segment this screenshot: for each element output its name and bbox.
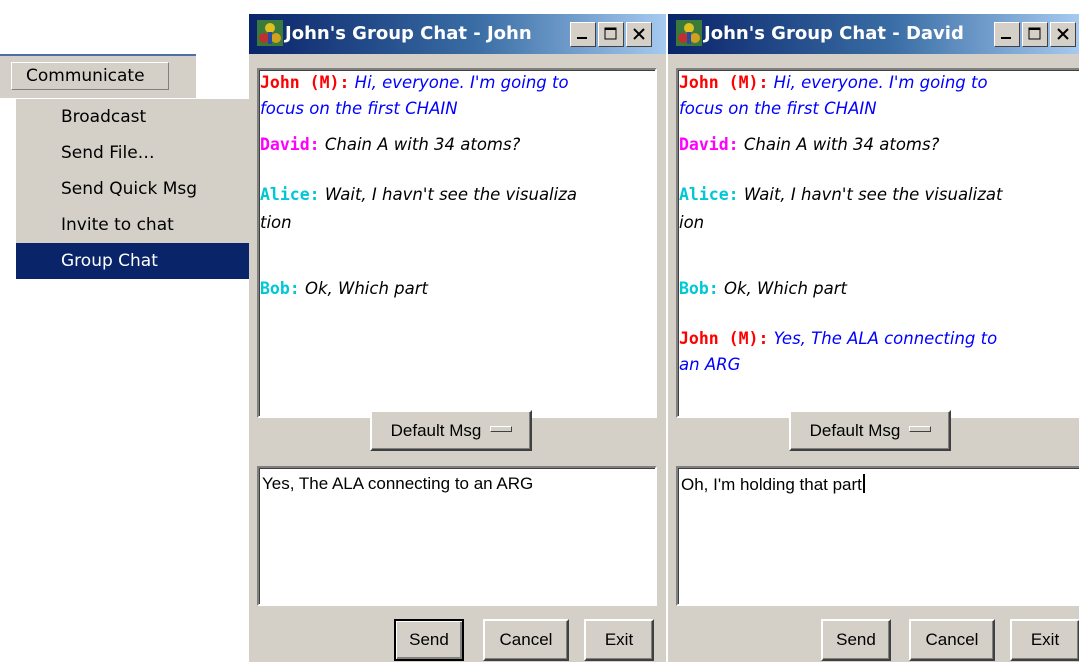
minimize-icon [1001, 37, 1011, 39]
chat-message-continuation: ion [679, 210, 704, 236]
exit-button[interactable]: Exit [1010, 619, 1079, 661]
message-text: focus on the first CHAIN [679, 99, 877, 118]
chat-log[interactable]: John (M): Hi, everyone. I'm going to foc… [257, 68, 657, 418]
chat-message-continuation: focus on the first CHAIN [679, 96, 877, 122]
send-button[interactable]: Send [394, 619, 464, 661]
maximize-button[interactable] [598, 22, 624, 47]
menu-item-broadcast[interactable]: Broadcast [16, 99, 252, 135]
sender-name: John (M): [679, 329, 769, 348]
message-text: Ok, Which part [305, 279, 429, 298]
title-bar[interactable]: John's Group Chat - David [668, 14, 1079, 54]
message-text: ion [679, 213, 705, 232]
message-text: Hi, everyone. I'm going to [354, 73, 569, 92]
sender-name: David: [679, 135, 739, 154]
menu-communicate[interactable]: Communicate [11, 62, 169, 90]
message-text: Yes, The ALA connecting to [773, 329, 998, 348]
sender-name: Bob: [679, 279, 719, 298]
sender-name: David: [260, 135, 320, 154]
maximize-button[interactable] [1022, 22, 1048, 47]
message-text: Chain A with 34 atoms? [324, 135, 521, 154]
chat-message: Bob: Ok, Which part [260, 276, 428, 302]
default-msg-dropdown[interactable]: Default Msg [370, 410, 532, 451]
message-input[interactable]: Oh, I'm holding that part [676, 466, 1079, 606]
message-text: Ok, Which part [724, 279, 848, 298]
default-msg-dropdown[interactable]: Default Msg [789, 410, 951, 451]
minimize-button[interactable] [570, 22, 596, 47]
chat-message: John (M): Hi, everyone. I'm going to [679, 70, 988, 96]
menu-item-send-quick-msg[interactable]: Send Quick Msg [16, 171, 252, 207]
close-icon [1057, 28, 1069, 40]
minimize-icon [577, 37, 587, 39]
menu-item-send-file[interactable]: Send File… [16, 135, 252, 171]
message-text: an ARG [679, 355, 741, 374]
chat-message-continuation: an ARG [679, 352, 740, 378]
sender-name: John (M): [260, 73, 350, 92]
window-title: John's Group Chat - David [704, 23, 964, 44]
close-button[interactable] [1050, 22, 1076, 47]
minimize-button[interactable] [994, 22, 1020, 47]
chat-message: Bob: Ok, Which part [679, 276, 847, 302]
chat-message: David: Chain A with 34 atoms? [679, 132, 939, 158]
message-input-value: Oh, I'm holding that part [681, 475, 862, 494]
cancel-button[interactable]: Cancel [909, 619, 995, 661]
menu-bar: Communicate [0, 54, 196, 98]
text-caret [862, 474, 865, 493]
send-button[interactable]: Send [821, 619, 891, 661]
window-title: John's Group Chat - John [285, 23, 532, 44]
message-text: Chain A with 34 atoms? [743, 135, 940, 154]
exit-button[interactable]: Exit [584, 619, 654, 661]
app-icon [257, 20, 283, 46]
cancel-button[interactable]: Cancel [483, 619, 569, 661]
maximize-icon [604, 27, 617, 40]
close-button[interactable] [626, 22, 652, 47]
sender-name: Bob: [260, 279, 300, 298]
chat-message: Alice: Wait, I havn't see the visualiza [260, 182, 577, 208]
message-text: Hi, everyone. I'm going to [773, 73, 988, 92]
message-input[interactable]: Yes, The ALA connecting to an ARG [257, 466, 657, 606]
sender-name: John (M): [679, 73, 769, 92]
maximize-icon [1028, 27, 1041, 40]
close-icon [633, 28, 645, 40]
default-msg-label: Default Msg [809, 421, 901, 440]
sender-name: Alice: [679, 185, 739, 204]
chat-window-john: John's Group Chat - John John (M): Hi, e… [249, 14, 666, 662]
title-bar[interactable]: John's Group Chat - John [249, 14, 666, 54]
chat-message-continuation: tion [260, 210, 292, 236]
default-msg-label: Default Msg [390, 421, 482, 440]
chat-message: David: Chain A with 34 atoms? [260, 132, 520, 158]
chat-window-david: John's Group Chat - David John (M): Hi, … [668, 14, 1079, 662]
sender-name: Alice: [260, 185, 320, 204]
chat-message: Alice: Wait, I havn't see the visualizat [679, 182, 1002, 208]
option-menu-indicator-icon [909, 426, 931, 432]
communicate-dropdown: Broadcast Send File… Send Quick Msg Invi… [16, 99, 252, 279]
chat-message: John (M): Yes, The ALA connecting to [679, 326, 997, 352]
message-text: tion [260, 213, 292, 232]
menu-item-invite-to-chat[interactable]: Invite to chat [16, 207, 252, 243]
option-menu-indicator-icon [490, 426, 512, 432]
message-text: focus on the first CHAIN [260, 99, 458, 118]
menu-item-group-chat[interactable]: Group Chat [16, 243, 252, 279]
chat-message: John (M): Hi, everyone. I'm going to [260, 70, 569, 96]
message-text: Wait, I havn't see the visualiza [324, 185, 577, 204]
app-icon [676, 20, 702, 46]
message-text: Wait, I havn't see the visualizat [743, 185, 1003, 204]
chat-log[interactable]: John (M): Hi, everyone. I'm going to foc… [676, 68, 1079, 418]
chat-message-continuation: focus on the first CHAIN [260, 96, 458, 122]
